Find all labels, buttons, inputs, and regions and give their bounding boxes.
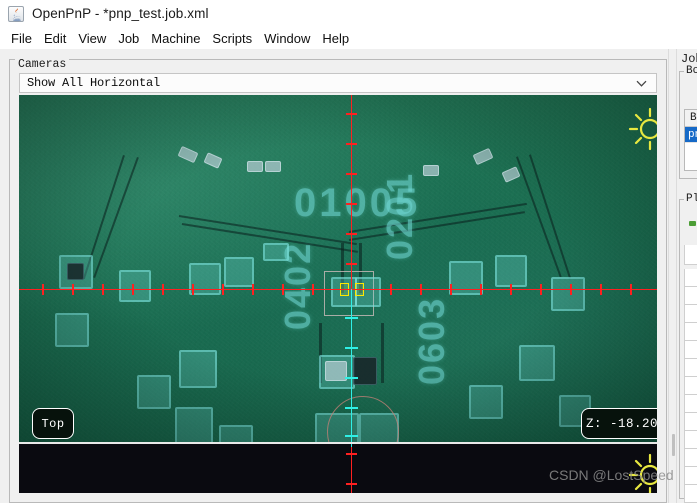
reticle-tick xyxy=(42,284,44,295)
table-row[interactable] xyxy=(684,431,697,449)
sun-icon[interactable] xyxy=(627,106,657,152)
reticle-vertical xyxy=(351,444,352,493)
menu-edit[interactable]: Edit xyxy=(38,30,72,47)
reticle-tick xyxy=(346,263,357,265)
placements-table-header[interactable] xyxy=(684,245,697,265)
csdn-watermark: CSDN @LostSpeed xyxy=(549,467,674,483)
main-content: Cameras Show All Horizontal Top Z: -18.2… xyxy=(0,49,697,503)
cameras-group-title: Cameras xyxy=(15,59,70,71)
reticle-tick xyxy=(345,435,358,437)
table-row[interactable] xyxy=(684,413,697,431)
reticle-tick xyxy=(282,284,284,295)
lens-vignette xyxy=(19,95,657,442)
reticle-tick xyxy=(222,284,224,295)
window-title: OpenPnP - *pnp_test.job.xml xyxy=(32,6,209,21)
pane-splitter[interactable] xyxy=(668,49,677,503)
reticle-tick xyxy=(600,284,602,295)
camera-layout-select[interactable]: Show All Horizontal xyxy=(19,73,657,93)
table-row[interactable]: pnp xyxy=(685,127,697,143)
reticle-tick xyxy=(480,284,482,295)
chevron-down-icon xyxy=(636,80,647,87)
reticle-tick xyxy=(345,347,358,349)
reticle-tick xyxy=(420,284,422,295)
reticle-vertical-upper xyxy=(351,95,352,289)
reticle-tick xyxy=(346,233,357,235)
boards-table[interactable]: B pnp xyxy=(684,109,697,171)
z-coordinate-readout[interactable]: Z: -18.200 xyxy=(581,408,657,439)
menu-scripts[interactable]: Scripts xyxy=(206,30,258,47)
reticle-tick xyxy=(346,453,357,455)
reticle-tick xyxy=(390,284,392,295)
table-row[interactable] xyxy=(684,359,697,377)
table-row[interactable] xyxy=(684,377,697,395)
reticle-tick xyxy=(346,143,357,145)
openpnp-window: OpenPnP - *pnp_test.job.xml File Edit Vi… xyxy=(0,0,697,503)
menu-window[interactable]: Window xyxy=(258,30,316,47)
camera-name-badge[interactable]: Top xyxy=(32,408,74,439)
placement-status-icon xyxy=(689,221,696,226)
reticle-tick xyxy=(346,203,357,205)
reticle-tick xyxy=(450,284,452,295)
reticle-tick xyxy=(346,173,357,175)
camera-stage: 01005 0201 0402 0603 xyxy=(19,95,657,493)
reticle-tick xyxy=(570,284,572,295)
table-row[interactable] xyxy=(684,467,697,485)
java-coffee-icon xyxy=(8,5,24,22)
reticle-tick xyxy=(132,284,134,295)
title-bar: OpenPnP - *pnp_test.job.xml xyxy=(0,0,697,27)
reticle-tick xyxy=(630,284,632,295)
table-row[interactable] xyxy=(684,305,697,323)
reticle-horizontal xyxy=(19,289,657,290)
reticle-tick xyxy=(72,284,74,295)
reticle-tick xyxy=(346,483,357,485)
job-panel-title: Job xyxy=(681,52,697,66)
reticle-tick xyxy=(192,284,194,295)
job-pane: Job Boards B pnp Placements xyxy=(677,49,697,503)
reticle-vertical-cyan xyxy=(351,444,352,447)
table-row[interactable] xyxy=(684,395,697,413)
reticle-tick xyxy=(162,284,164,295)
reticle-tick xyxy=(102,284,104,295)
boards-table-header[interactable]: B xyxy=(685,110,697,127)
splitter-grip[interactable] xyxy=(672,434,675,456)
reticle-tick xyxy=(346,113,357,115)
boards-group-label: Boards xyxy=(684,65,697,77)
menu-job[interactable]: Job xyxy=(112,30,145,47)
table-row[interactable] xyxy=(684,485,697,503)
menu-machine[interactable]: Machine xyxy=(145,30,206,47)
menu-bar: File Edit View Job Machine Scripts Windo… xyxy=(0,27,697,49)
reticle-vertical-lower xyxy=(351,289,352,442)
menu-file[interactable]: File xyxy=(5,30,38,47)
reticle-tick xyxy=(510,284,512,295)
reticle-tick xyxy=(345,317,358,319)
placements-group-label: Placements xyxy=(684,193,697,205)
table-row[interactable] xyxy=(684,449,697,467)
table-row[interactable] xyxy=(684,341,697,359)
menu-help[interactable]: Help xyxy=(316,30,355,47)
table-row[interactable] xyxy=(684,269,697,287)
reticle-tick xyxy=(345,377,358,379)
reticle-tick xyxy=(252,284,254,295)
table-row[interactable] xyxy=(684,323,697,341)
reticle-tick xyxy=(312,284,314,295)
camera-layout-value: Show All Horizontal xyxy=(27,76,161,90)
reticle-tick xyxy=(540,284,542,295)
cameras-pane: Cameras Show All Horizontal Top Z: -18.2… xyxy=(0,49,668,503)
table-row[interactable] xyxy=(684,287,697,305)
reticle-tick xyxy=(345,407,358,409)
menu-view[interactable]: View xyxy=(72,30,112,47)
top-camera-view[interactable]: 01005 0201 0402 0603 xyxy=(19,95,657,442)
